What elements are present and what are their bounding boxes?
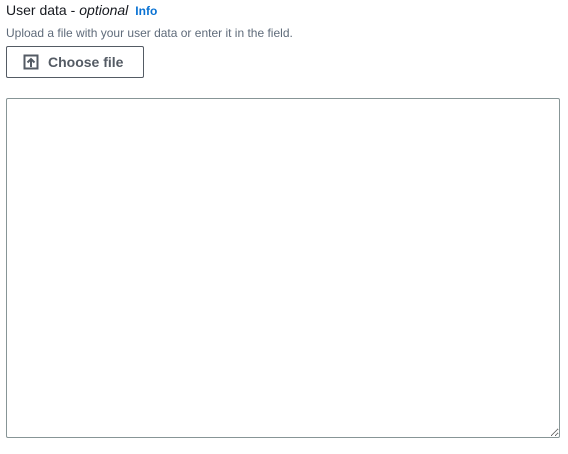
user-data-field: User data - optional Info Upload a file …: [6, 0, 560, 438]
optional-label: optional: [79, 2, 129, 18]
user-data-textarea[interactable]: [6, 98, 560, 438]
choose-file-button[interactable]: Choose file: [6, 46, 144, 78]
upload-icon: [23, 54, 39, 70]
field-label-row: User data - optional Info: [6, 2, 560, 24]
info-link[interactable]: Info: [135, 4, 157, 18]
field-description: Upload a file with your user data or ent…: [6, 26, 293, 40]
field-label: User data -: [6, 2, 76, 18]
choose-file-label: Choose file: [48, 54, 124, 70]
